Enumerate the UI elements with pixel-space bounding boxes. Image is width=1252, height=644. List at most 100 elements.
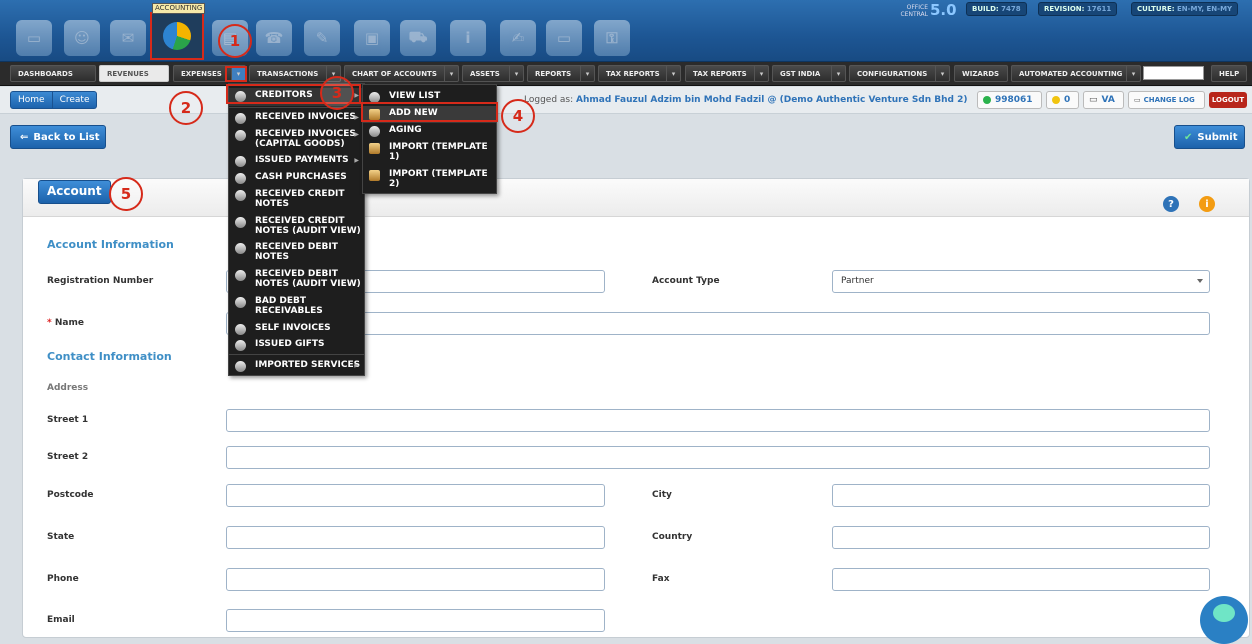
lock-icon[interactable]: ⚿	[594, 20, 630, 56]
menu-item-import-template-1[interactable]: IMPORT (TEMPLATE 1)	[363, 140, 496, 166]
menu-assets[interactable]: ASSETS ▾	[462, 65, 524, 82]
expenses-dropdown: CREDITORS ▶ RECEIVED INVOICES ▶ RECEIVED I…	[228, 83, 365, 376]
breadcrumb-home[interactable]: Home	[10, 91, 53, 109]
tab-account[interactable]: Account	[38, 180, 111, 204]
chevron-right-icon: ▶	[354, 362, 359, 369]
menu-tax-reports[interactable]: TAX REPORTS ▾	[598, 65, 681, 82]
logout-button[interactable]: LOGOUT	[1209, 92, 1247, 108]
chevron-down-icon[interactable]: ▾	[580, 66, 594, 81]
alerts-count[interactable]: 0	[1046, 91, 1079, 109]
submit-button[interactable]: ✔ Submit	[1174, 125, 1245, 149]
menu-label: DASHBOARDS	[18, 69, 73, 78]
menu-item-bad-debt-receivables[interactable]: BAD DEBT RECEIVABLES	[229, 294, 364, 320]
menu-label: TAX REPORTS	[693, 69, 747, 78]
menu-automated-accounting[interactable]: AUTOMATED ACCOUNTING ▾	[1011, 65, 1141, 82]
search-icon	[235, 113, 246, 124]
address-heading: Address	[47, 383, 89, 393]
menu-revenues[interactable]: REVENUES	[99, 65, 169, 82]
search-icon	[235, 297, 246, 308]
logged-as-text: Logged as: Ahmad Fauzul Adzim bin Mohd F…	[524, 95, 968, 105]
change-log-button[interactable]: ▭ CHANGE LOG	[1128, 91, 1205, 109]
country-input[interactable]	[832, 526, 1210, 549]
accounting-tooltip: ACCOUNTING	[152, 3, 206, 14]
menu-gst-india[interactable]: GST INDIA ▾	[772, 65, 846, 82]
search-icon	[235, 243, 246, 254]
info-icon[interactable]: i	[1199, 196, 1215, 212]
menu-help[interactable]: HELP	[1211, 65, 1247, 82]
menu-item-label: IMPORT (TEMPLATE 2)	[389, 169, 488, 189]
menu-item-label: RECEIVED DEBIT NOTES	[255, 242, 338, 262]
menu-label: AUTOMATED ACCOUNTING	[1019, 69, 1123, 78]
chevron-down-icon[interactable]: ▾	[754, 66, 768, 81]
accounting-icon[interactable]	[150, 12, 204, 60]
account-type-select[interactable]: Partner	[832, 270, 1210, 293]
chevron-down-icon[interactable]: ▾	[831, 66, 845, 81]
chevron-down-icon[interactable]: ▾	[666, 66, 680, 81]
menu-item-cash-purchases[interactable]: CASH PURCHASES	[229, 170, 364, 186]
va-button[interactable]: ▭ VA	[1083, 91, 1124, 109]
menu-item-received-invoices-capital-goods[interactable]: RECEIVED INVOICES (CAPITAL GOODS) ▶	[229, 127, 364, 153]
menu-configurations[interactable]: CONFIGURATIONS ▾	[849, 65, 950, 82]
online-count[interactable]: 998061	[977, 91, 1042, 109]
account-type-value: Partner	[841, 276, 874, 286]
menu-item-issued-gifts[interactable]: ISSUED GIFTS	[229, 337, 364, 353]
postcode-input[interactable]	[226, 484, 605, 507]
menu-item-import-template-2[interactable]: IMPORT (TEMPLATE 2)	[363, 167, 496, 193]
menu-item-received-credit-notes[interactable]: RECEIVED CREDIT NOTES	[229, 187, 364, 213]
menu-wizards[interactable]: WIZARDS	[954, 65, 1008, 82]
menu-item-aging[interactable]: AGING	[363, 123, 496, 139]
breadcrumb-create[interactable]: Create	[52, 91, 98, 109]
phone-icon[interactable]: ☎	[256, 20, 292, 56]
menu-item-label: ISSUED PAYMENTS	[255, 155, 349, 165]
creditors-submenu: VIEW LIST ADD NEW AGING IMPORT (TEMPLATE…	[362, 84, 497, 194]
menu-item-label: CASH PURCHASES	[255, 172, 347, 182]
chat-widget-button[interactable]	[1200, 596, 1248, 644]
name-input[interactable]	[226, 312, 1210, 335]
state-input[interactable]	[226, 526, 605, 549]
chevron-down-icon[interactable]: ▾	[935, 66, 949, 81]
log-icon: ▭	[1134, 96, 1141, 104]
fax-input[interactable]	[832, 568, 1210, 591]
menu-item-self-invoices[interactable]: SELF INVOICES	[229, 321, 364, 337]
help-icon[interactable]: ?	[1163, 196, 1179, 212]
street1-input[interactable]	[226, 409, 1210, 432]
desktop-icon[interactable]: ▭	[16, 20, 52, 56]
info-icon[interactable]: i	[450, 20, 486, 56]
chevron-down-icon[interactable]: ▾	[444, 66, 458, 81]
truck-icon[interactable]: ⛟	[400, 20, 436, 56]
menu-item-received-debit-notes-audit[interactable]: RECEIVED DEBIT NOTES (AUDIT VIEW)	[229, 267, 364, 293]
menu-reports[interactable]: REPORTS ▾	[527, 65, 595, 82]
street2-input[interactable]	[226, 446, 1210, 469]
search-icon	[235, 156, 246, 167]
phone-label: Phone	[47, 574, 79, 584]
user-name[interactable]: Ahmad Fauzul Adzim bin Mohd Fadzil @ (De…	[576, 95, 968, 105]
phone-input[interactable]	[226, 568, 605, 591]
menu-tax-reports-2[interactable]: TAX REPORTS ▾	[685, 65, 769, 82]
menu-label: REPORTS	[535, 69, 572, 78]
back-to-list-button[interactable]: ⇐ Back to List	[10, 125, 106, 149]
annotation-2: 2	[169, 91, 203, 125]
chevron-down-icon[interactable]: ▾	[509, 66, 523, 81]
menu-dashboards[interactable]: DASHBOARDS	[10, 65, 96, 82]
card-icon: ▭	[1089, 95, 1098, 105]
menu-item-imported-services[interactable]: IMPORTED SERVICES ▶	[229, 358, 364, 374]
street1-label: Street 1	[47, 415, 89, 425]
chat-icon[interactable]: ✎	[304, 20, 340, 56]
alerts-value: 0	[1064, 95, 1071, 105]
menu-item-received-invoices[interactable]: RECEIVED INVOICES ▶	[229, 110, 364, 126]
menu-item-received-credit-notes-audit[interactable]: RECEIVED CREDIT NOTES (AUDIT VIEW)	[229, 214, 364, 240]
required-marker: *	[47, 318, 52, 328]
menu-item-received-debit-notes[interactable]: RECEIVED DEBIT NOTES	[229, 240, 364, 266]
chevron-down-icon[interactable]: ▾	[1126, 66, 1140, 81]
menu-chart-of-accounts[interactable]: CHART OF ACCOUNTS ▾	[344, 65, 459, 82]
mail-icon[interactable]: ✉	[110, 20, 146, 56]
menu-search-input[interactable]	[1143, 66, 1204, 80]
menu-item-issued-payments[interactable]: ISSUED PAYMENTS ▶	[229, 153, 364, 169]
notes-icon[interactable]: ✍	[500, 20, 536, 56]
city-input[interactable]	[832, 484, 1210, 507]
monitor-icon[interactable]: ▭	[546, 20, 582, 56]
box-icon[interactable]: ▣	[354, 20, 390, 56]
brand-name: OFFICE CENTRAL	[900, 4, 928, 18]
user-icon[interactable]: ☺	[64, 20, 100, 56]
annotation-box-expenses-arrow	[225, 66, 247, 82]
